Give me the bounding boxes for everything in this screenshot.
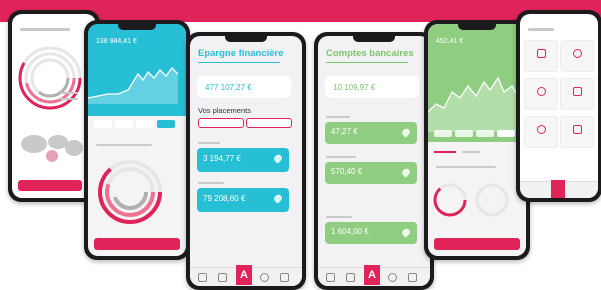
grid-icon bbox=[573, 125, 582, 134]
heart-icon bbox=[537, 87, 546, 96]
phone-notch bbox=[352, 36, 396, 42]
total-card: 10 109,97 € bbox=[325, 76, 419, 98]
allocation-donut-chart bbox=[98, 160, 162, 224]
account-chart-screen: 452,41 € bbox=[428, 24, 526, 256]
menu-grid bbox=[524, 40, 594, 160]
screen-tabs[interactable] bbox=[434, 148, 514, 156]
wallet-icon[interactable] bbox=[218, 273, 227, 282]
grid-icon[interactable] bbox=[408, 273, 417, 282]
phone-notch bbox=[458, 24, 496, 30]
teal-header: 138 984,41 € bbox=[88, 24, 186, 116]
phone-comptes: Comptes bancaires 10 109,97 € 47,27 € 57… bbox=[314, 32, 434, 290]
placements-toggle[interactable] bbox=[198, 118, 292, 128]
phone-portfolio-teal: 138 984,41 € bbox=[84, 20, 190, 260]
portfolio-screen: 138 984,41 € bbox=[88, 24, 186, 256]
section-title: Vos placements bbox=[198, 106, 251, 115]
heart-icon[interactable] bbox=[272, 193, 284, 204]
action-button[interactable] bbox=[18, 180, 82, 191]
menu-tile[interactable] bbox=[560, 116, 594, 148]
card-caption-line bbox=[326, 156, 356, 158]
portfolio-balance: 138 984,41 € bbox=[96, 38, 137, 45]
phone-menu bbox=[516, 10, 601, 202]
heart-icon[interactable] bbox=[400, 167, 412, 178]
account-card[interactable]: 570,40 € bbox=[325, 162, 417, 184]
menu-screen bbox=[520, 14, 598, 198]
total-card: 477 107,27 € bbox=[197, 76, 291, 98]
action-button[interactable] bbox=[434, 238, 520, 250]
header-line bbox=[20, 28, 70, 31]
portfolio-line-chart bbox=[88, 67, 178, 104]
wallet-icon[interactable] bbox=[346, 273, 355, 282]
bank-icon[interactable] bbox=[198, 273, 207, 282]
pie-chart-icon bbox=[573, 49, 582, 58]
world-map-graphic bbox=[21, 135, 83, 162]
menu-title-line bbox=[528, 28, 554, 31]
placement-card[interactable]: 79 208,60 € bbox=[197, 188, 289, 212]
heart-icon[interactable] bbox=[400, 227, 412, 238]
card-caption-line bbox=[198, 182, 224, 184]
phone-notch bbox=[224, 36, 268, 42]
section-header-line bbox=[96, 144, 152, 146]
account-balance: 452,41 € bbox=[436, 38, 464, 45]
placement-value: 3 194,77 € bbox=[203, 154, 241, 163]
card-caption-line bbox=[326, 216, 352, 218]
title-underline bbox=[198, 62, 280, 63]
legend-line bbox=[60, 92, 78, 94]
bottom-tab-bar: A bbox=[190, 265, 302, 286]
account-line-chart bbox=[428, 76, 518, 132]
period-selector[interactable] bbox=[434, 130, 518, 138]
period-selector[interactable] bbox=[94, 120, 175, 129]
menu-tile[interactable] bbox=[560, 40, 594, 72]
account-value: 570,40 € bbox=[331, 167, 363, 176]
action-button[interactable] bbox=[94, 238, 180, 250]
total-value: 477 107,27 € bbox=[205, 83, 252, 92]
bank-icon bbox=[537, 49, 546, 58]
gauge-chart bbox=[433, 183, 509, 217]
bottom-tab-bar: A bbox=[318, 265, 430, 286]
bottom-tab-bar bbox=[520, 180, 598, 198]
legend-line bbox=[60, 98, 78, 100]
chat-icon[interactable] bbox=[260, 273, 269, 282]
account-value: 1 604,00 € bbox=[331, 227, 369, 236]
account-card[interactable]: 1 604,00 € bbox=[325, 222, 417, 244]
bank-icon[interactable] bbox=[326, 273, 335, 282]
chat-icon bbox=[537, 125, 546, 134]
menu-tile[interactable] bbox=[524, 78, 558, 110]
menu-tile[interactable] bbox=[524, 40, 558, 72]
screen-title: Comptes bancaires bbox=[326, 48, 414, 59]
grid-icon[interactable] bbox=[280, 273, 289, 282]
brand-logo-tab[interactable]: A bbox=[236, 265, 252, 285]
brand-logo-tab[interactable]: A bbox=[364, 265, 380, 285]
screen-title: Epargne financière bbox=[198, 48, 284, 59]
comptes-screen: Comptes bancaires 10 109,97 € 47,27 € 57… bbox=[318, 36, 430, 286]
heart-icon[interactable] bbox=[272, 153, 284, 164]
epargne-screen: Epargne financière 477 107,27 € Vos plac… bbox=[190, 36, 302, 286]
section-line bbox=[436, 166, 496, 168]
account-card[interactable]: 47,27 € bbox=[325, 122, 417, 144]
wallet-icon bbox=[573, 87, 582, 96]
title-underline bbox=[326, 62, 408, 63]
account-value: 47,27 € bbox=[331, 127, 358, 136]
card-caption-line bbox=[198, 142, 220, 144]
brand-logo-tab[interactable] bbox=[551, 180, 565, 198]
menu-tile[interactable] bbox=[524, 116, 558, 148]
phone-account-green: 452,41 € bbox=[424, 20, 530, 260]
heart-icon[interactable] bbox=[400, 127, 412, 138]
phone-notch bbox=[118, 24, 156, 30]
total-value: 10 109,97 € bbox=[333, 83, 376, 92]
green-header: 452,41 € bbox=[428, 24, 526, 142]
phone-epargne: Epargne financière 477 107,27 € Vos plac… bbox=[186, 32, 306, 290]
chat-icon[interactable] bbox=[388, 273, 397, 282]
placement-value: 79 208,60 € bbox=[203, 194, 246, 203]
card-caption-line bbox=[326, 116, 350, 118]
placement-card[interactable]: 3 194,77 € bbox=[197, 148, 289, 172]
menu-tile[interactable] bbox=[560, 78, 594, 110]
